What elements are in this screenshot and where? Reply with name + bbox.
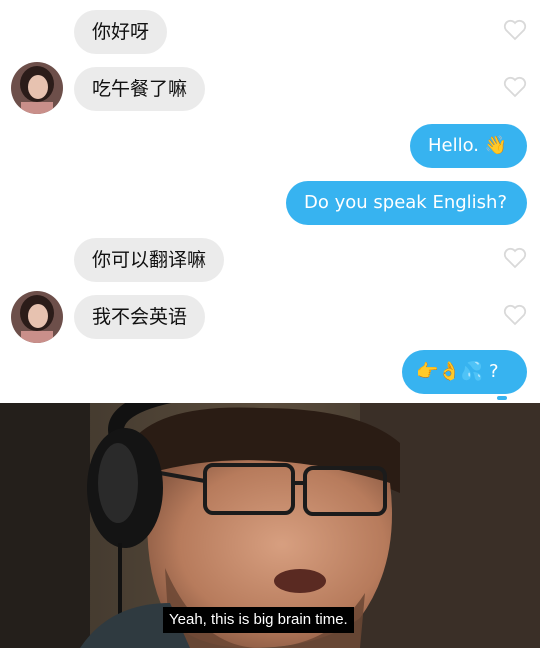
point-right-icon: 👉 [416, 361, 439, 382]
message-text: ? [489, 361, 499, 382]
message-text: Hello. [428, 135, 480, 156]
chat-thread: 你好呀 吃午餐了嘛 Hello. 👋 Do you speak English?… [0, 0, 540, 402]
sent-marker [497, 396, 507, 400]
wave-hand-icon: 👋 [484, 135, 508, 156]
message-sent-1[interactable]: Hello. 👋 [410, 124, 527, 168]
sweat-drops-icon: 💦 [460, 361, 484, 382]
avatar[interactable] [11, 291, 63, 343]
heart-icon[interactable] [503, 76, 527, 98]
message-received-4[interactable]: 我不会英语 [74, 295, 206, 339]
meme-caption: Yeah, this is big brain time. [163, 607, 354, 633]
message-received-3[interactable]: 你可以翻译嘛 [74, 238, 225, 282]
avatar-photo [11, 291, 63, 343]
ok-hand-icon: 👌 [438, 361, 461, 382]
message-sent-3[interactable]: 👉👌💦 ? [402, 350, 527, 394]
message-received-1[interactable]: 你好呀 [74, 10, 168, 54]
message-sent-2[interactable]: Do you speak English? [286, 181, 527, 225]
avatar-photo [11, 62, 63, 114]
avatar[interactable] [11, 62, 63, 114]
heart-icon[interactable] [503, 247, 527, 269]
message-received-2[interactable]: 吃午餐了嘛 [74, 67, 206, 111]
heart-icon[interactable] [503, 304, 527, 326]
heart-icon[interactable] [503, 19, 527, 41]
